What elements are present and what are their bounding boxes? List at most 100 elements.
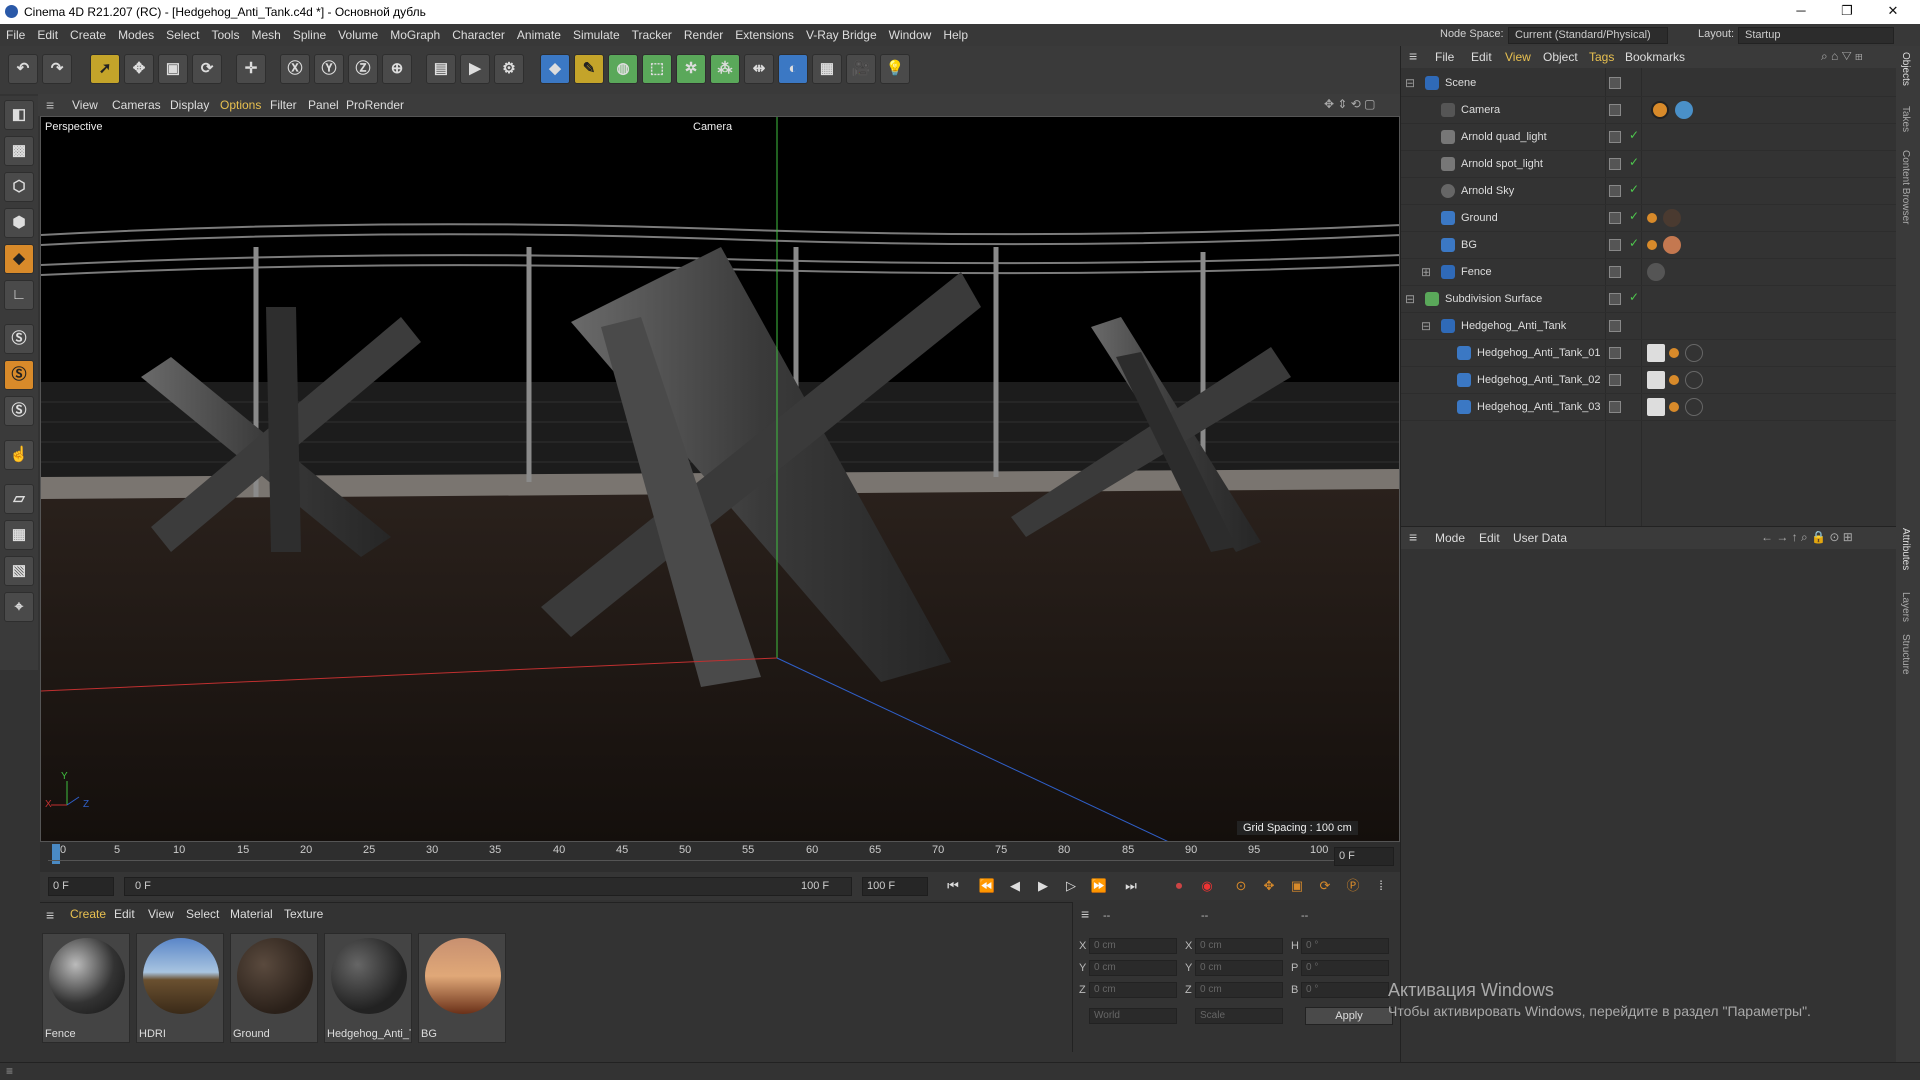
live-selection-icon[interactable]: ✛ [236,54,266,84]
render-region-icon[interactable]: ▤ [426,54,456,84]
object-row-fence[interactable]: ⊞ Fence [1401,259,1897,286]
menu-create[interactable]: Create [64,24,112,46]
layout-dropdown[interactable]: Startup [1738,27,1894,44]
expand-icon[interactable]: ⊞ [1421,265,1431,279]
menu-help[interactable]: Help [937,24,974,46]
menu-simulate[interactable]: Simulate [567,24,626,46]
object-row-hedgehog-03[interactable]: Hedgehog_Anti_Tank_03 [1401,394,1897,421]
material-menu-create[interactable]: Create [64,903,112,925]
object-row-arnold-quad-light[interactable]: Arnold quad_light ✓ [1401,124,1897,151]
phong-tag-icon[interactable] [1647,240,1657,250]
coordinate-space-dropdown[interactable]: World [1089,1008,1177,1024]
start-frame-field[interactable]: 0 F [48,877,114,896]
hamburger-icon[interactable]: ≡ [46,97,54,113]
object-menu-view[interactable]: View [1499,46,1537,68]
attribute-menu-edit[interactable]: Edit [1473,527,1506,549]
position-z-field[interactable]: 0 cm [1089,982,1177,998]
locked-workplane-icon[interactable]: ▦ [4,520,34,550]
object-row-bg[interactable]: BG ✓ [1401,232,1897,259]
rotation-p-field[interactable]: 0 ° [1301,960,1389,976]
visibility-toggle[interactable] [1609,374,1621,386]
menu-vray-bridge[interactable]: V-Ray Bridge [800,24,883,46]
pen-spline-icon[interactable]: ✎ [574,54,604,84]
visibility-toggle[interactable] [1609,158,1621,170]
material-tag-icon[interactable] [1647,263,1665,281]
viewport-menu-prorender[interactable]: ProRender [340,94,410,116]
object-row-ground[interactable]: Ground ✓ [1401,205,1897,232]
tweak-icon[interactable]: ☝ [4,440,34,470]
object-menu-bookmarks[interactable]: Bookmarks [1619,46,1691,68]
menu-tracker[interactable]: Tracker [626,24,678,46]
camera-icon[interactable]: 🎥 [846,54,876,84]
coordinate-system-icon[interactable]: ⊕ [382,54,412,84]
viewport-nav-icons[interactable]: ✥ ⇕ ⟲ ▢ [1324,97,1376,111]
x-axis-icon[interactable]: Ⓧ [280,54,310,84]
previous-key-icon[interactable]: ⏪ [976,876,998,896]
object-menu-file[interactable]: File [1429,46,1460,68]
menu-animate[interactable]: Animate [511,24,567,46]
menu-volume[interactable]: Volume [332,24,384,46]
visibility-toggle[interactable] [1609,266,1621,278]
key-parameter-icon[interactable]: Ⓟ [1342,876,1364,896]
next-key-icon[interactable]: ⏩ [1088,876,1110,896]
object-row-camera[interactable]: Camera [1401,97,1897,124]
viewport-menu-options[interactable]: Options [214,94,267,116]
play-icon[interactable]: ▶ [1032,876,1054,896]
previous-frame-icon[interactable]: ◀ [1004,876,1026,896]
rotation-h-field[interactable]: 0 ° [1301,938,1389,954]
visibility-toggle[interactable] [1609,131,1621,143]
menu-spline[interactable]: Spline [287,24,332,46]
current-frame-field[interactable]: 0 F [1334,847,1394,866]
position-y-field[interactable]: 0 cm [1089,960,1177,976]
object-row-subdivision-surface[interactable]: ⊟ Subdivision Surface ✓ [1401,286,1897,313]
object-menu-object[interactable]: Object [1537,46,1584,68]
uvw-tag-icon[interactable] [1647,371,1665,389]
object-menu-edit[interactable]: Edit [1465,46,1498,68]
collapse-icon[interactable]: ⊟ [1421,319,1431,333]
key-rotation-icon[interactable]: ⟳ [1314,876,1336,896]
protection-tag-icon[interactable] [1651,101,1669,119]
subdivision-icon[interactable]: ◍ [608,54,638,84]
material-menu-texture[interactable]: Texture [278,903,329,925]
next-frame-icon[interactable]: ▷ [1060,876,1082,896]
visibility-toggle[interactable] [1609,185,1621,197]
uvw-tag-icon[interactable] [1647,398,1665,416]
menu-select[interactable]: Select [160,24,205,46]
y-axis-icon[interactable]: Ⓨ [314,54,344,84]
z-axis-icon[interactable]: Ⓩ [348,54,378,84]
polygons-mode-icon[interactable]: ◆ [4,244,34,274]
enabled-check-icon[interactable]: ✓ [1629,182,1639,196]
undo-icon[interactable]: ↶ [8,54,38,84]
end-frame-field[interactable]: 100 F [862,877,928,896]
visibility-toggle[interactable] [1609,104,1621,116]
hamburger-icon[interactable]: ≡ [1409,48,1417,64]
menu-window[interactable]: Window [883,24,938,46]
visibility-toggle[interactable] [1609,239,1621,251]
cube-icon[interactable]: ◆ [540,54,570,84]
search-icon[interactable]: ⌕ ⌂ ▽ ⊞ [1821,49,1863,64]
object-menu-tags[interactable]: Tags [1583,46,1620,68]
model-mode-icon[interactable]: ◧ [4,100,34,130]
material-menu-view[interactable]: View [142,903,180,925]
perspective-viewport[interactable]: Perspective Camera Y X Z Grid Spacing : … [40,116,1400,842]
texture-mode-icon[interactable]: ▩ [4,136,34,166]
array-icon[interactable]: ⬚ [642,54,672,84]
material-menu-edit[interactable]: Edit [108,903,141,925]
attribute-menu-mode[interactable]: Mode [1429,527,1471,549]
object-row-hedgehog-01[interactable]: Hedgehog_Anti_Tank_01 [1401,340,1897,367]
menu-mograph[interactable]: MoGraph [384,24,446,46]
enabled-check-icon[interactable]: ✓ [1629,128,1639,142]
apply-button[interactable]: Apply [1305,1007,1393,1025]
hamburger-icon[interactable]: ≡ [1409,529,1417,545]
hamburger-icon[interactable]: ≡ [1081,906,1089,922]
record-icon[interactable]: ⏺ [1168,876,1190,896]
enabled-check-icon[interactable]: ✓ [1629,236,1639,250]
snap-settings-icon[interactable]: Ⓢ [4,360,34,390]
mograph-cloner-icon[interactable]: ⁂ [710,54,740,84]
render-settings-icon[interactable]: ⚙ [494,54,524,84]
auto-key-icon[interactable]: ◉ [1196,876,1218,896]
redo-icon[interactable]: ↷ [42,54,72,84]
go-to-end-icon[interactable]: ⏭ [1120,876,1142,896]
menu-mesh[interactable]: Mesh [245,24,286,46]
enabled-check-icon[interactable]: ✓ [1629,290,1639,304]
